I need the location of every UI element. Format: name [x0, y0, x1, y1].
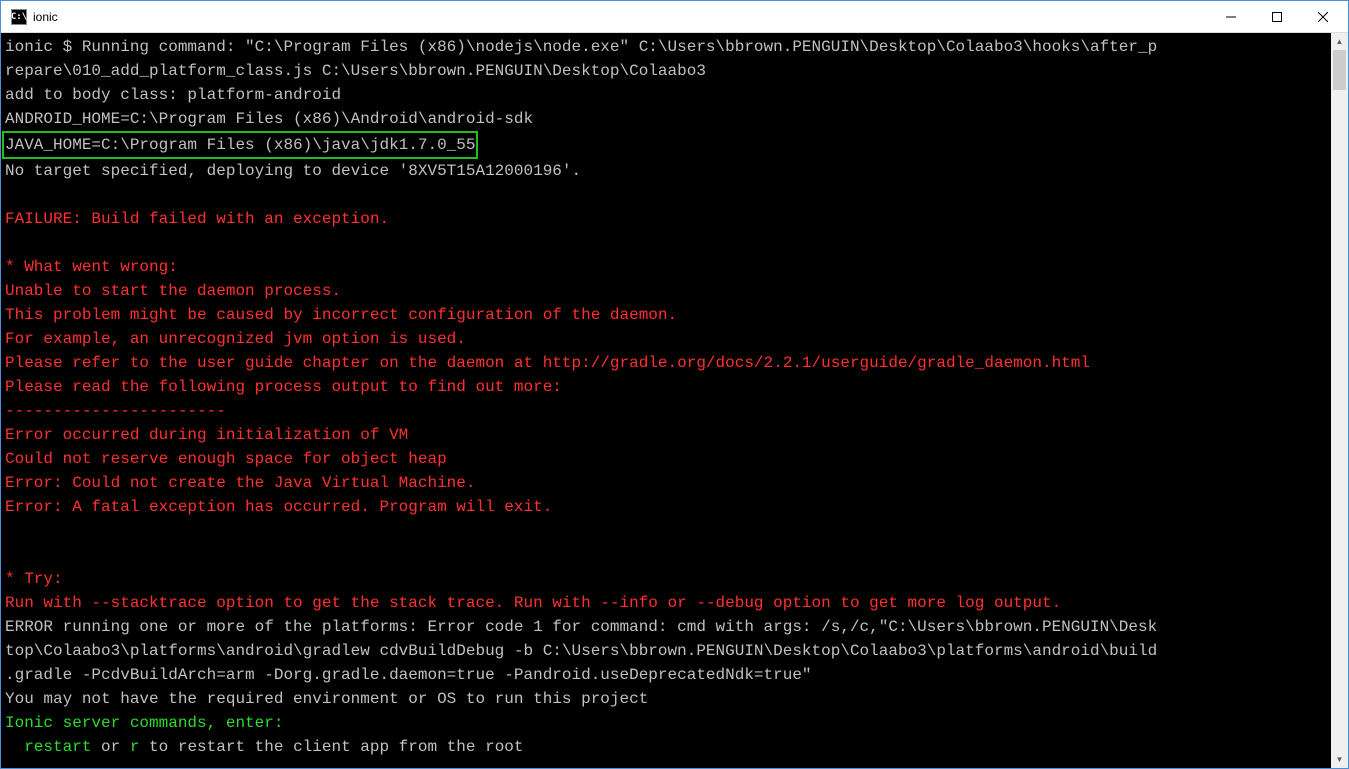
window-title: ionic: [33, 10, 1208, 24]
terminal-line: top\Colaabo3\platforms\android\gradlew c…: [5, 639, 1327, 663]
titlebar: C:\ ionic: [1, 1, 1348, 33]
terminal-line: * Try:: [5, 567, 1327, 591]
terminal-span: to restart the client app from the root: [139, 738, 523, 756]
terminal-line: [5, 231, 1327, 255]
terminal-line: No target specified, deploying to device…: [5, 159, 1327, 183]
terminal-line: * What went wrong:: [5, 255, 1327, 279]
terminal-line: -----------------------: [5, 399, 1327, 423]
scroll-up-arrow-icon[interactable]: ▲: [1331, 33, 1348, 50]
terminal-line: Run with --stacktrace option to get the …: [5, 591, 1327, 615]
terminal-line: Ionic server commands, enter:: [5, 711, 1327, 735]
terminal-span: r: [130, 738, 140, 756]
terminal-line: Please read the following process output…: [5, 375, 1327, 399]
app-icon: C:\: [11, 9, 27, 25]
terminal-line: Error: Could not create the Java Virtual…: [5, 471, 1327, 495]
terminal-span: or: [91, 738, 129, 756]
terminal-line: You may not have the required environmen…: [5, 687, 1327, 711]
terminal-line: [5, 183, 1327, 207]
terminal-line: FAILURE: Build failed with an exception.: [5, 207, 1327, 231]
terminal-line: Error: A fatal exception has occurred. P…: [5, 495, 1327, 519]
close-button[interactable]: [1300, 1, 1346, 32]
terminal-line: ERROR running one or more of the platfor…: [5, 615, 1327, 639]
terminal-line: Could not reserve enough space for objec…: [5, 447, 1327, 471]
minimize-icon: [1226, 12, 1236, 22]
terminal-line: repare\010_add_platform_class.js C:\User…: [5, 59, 1327, 83]
terminal-line: Please refer to the user guide chapter o…: [5, 351, 1327, 375]
terminal-line: Error occurred during initialization of …: [5, 423, 1327, 447]
terminal-line: add to body class: platform-android: [5, 83, 1327, 107]
scroll-down-arrow-icon[interactable]: ▼: [1331, 751, 1348, 768]
scroll-thumb[interactable]: [1333, 50, 1346, 90]
terminal-line: Unable to start the daemon process.: [5, 279, 1327, 303]
terminal-line: For example, an unrecognized jvm option …: [5, 327, 1327, 351]
terminal-line: .gradle -PcdvBuildArch=arm -Dorg.gradle.…: [5, 663, 1327, 687]
maximize-icon: [1272, 12, 1282, 22]
terminal-container: ionic $ Running command: "C:\Program Fil…: [1, 33, 1348, 768]
terminal-line: ANDROID_HOME=C:\Program Files (x86)\Andr…: [5, 107, 1327, 131]
terminal-line: ionic $ Running command: "C:\Program Fil…: [5, 35, 1327, 59]
terminal-output[interactable]: ionic $ Running command: "C:\Program Fil…: [1, 33, 1331, 768]
window-controls: [1208, 1, 1346, 32]
vertical-scrollbar[interactable]: ▲ ▼: [1331, 33, 1348, 768]
terminal-line: [5, 519, 1327, 543]
highlighted-line: JAVA_HOME=C:\Program Files (x86)\java\jd…: [2, 131, 478, 159]
terminal-line: [5, 543, 1327, 567]
maximize-button[interactable]: [1254, 1, 1300, 32]
minimize-button[interactable]: [1208, 1, 1254, 32]
close-icon: [1318, 12, 1328, 22]
terminal-line: JAVA_HOME=C:\Program Files (x86)\java\jd…: [5, 131, 1327, 159]
terminal-line: restart or r to restart the client app f…: [5, 735, 1327, 759]
terminal-span: restart: [5, 738, 91, 756]
terminal-line: This problem might be caused by incorrec…: [5, 303, 1327, 327]
